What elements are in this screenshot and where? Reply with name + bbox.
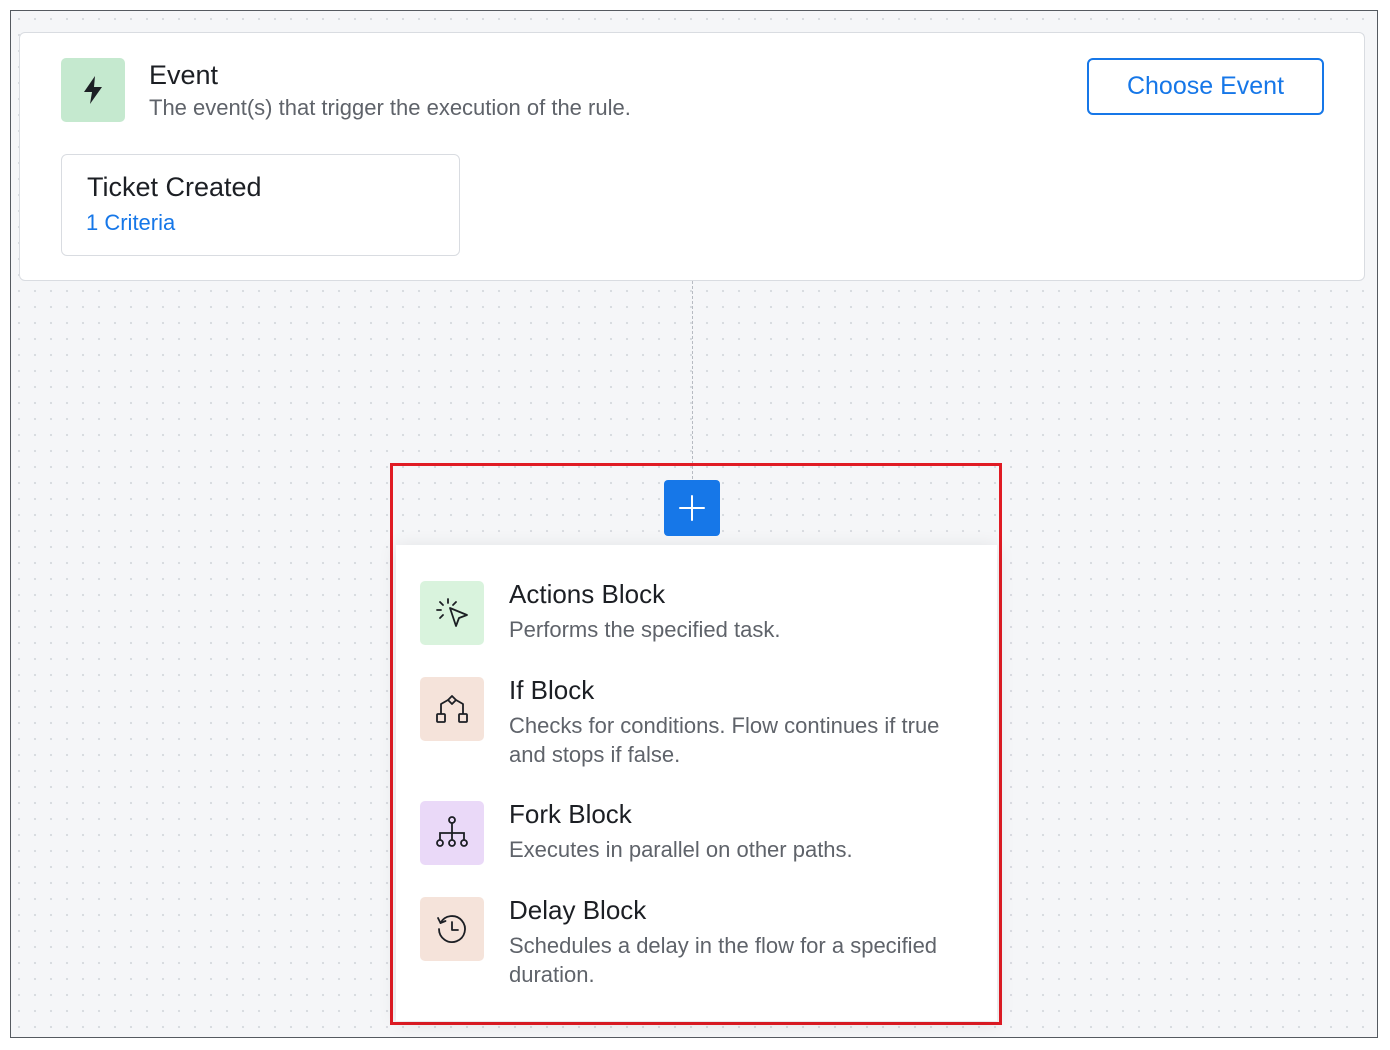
menu-item-title: Actions Block [509,579,666,609]
event-title: Event [149,60,219,90]
plus-icon [677,493,707,523]
add-block-button[interactable] [664,480,720,536]
flow-connector [692,281,693,479]
menu-item-title: Fork Block [509,799,632,829]
trigger-name: Ticket Created [87,172,262,202]
menu-item-title: If Block [509,675,595,705]
condition-branch-icon [420,677,484,741]
menu-item-description: Performs the specified task. [509,617,781,642]
cursor-click-icon [420,581,484,645]
menu-item-description: Schedules a delay in the flow for a spec… [509,933,938,987]
choose-event-button[interactable]: Choose Event [1087,58,1324,115]
menu-item-title: Delay Block [509,895,647,925]
add-block-menu: Actions Block Performs the specified tas… [396,545,997,1021]
workflow-canvas: Event The event(s) that trigger the exec… [10,10,1378,1038]
event-subtitle: The event(s) that trigger the execution … [149,95,631,120]
clock-history-icon [420,897,484,961]
menu-item-description: Checks for conditions. Flow continues if… [509,713,940,767]
menu-item-description: Executes in parallel on other paths. [509,837,853,862]
event-card: Event The event(s) that trigger the exec… [19,32,1365,281]
criteria-link[interactable]: 1 Criteria [86,210,175,236]
lightning-bolt-icon [61,58,125,122]
trigger-card[interactable]: Ticket Created 1 Criteria [61,154,460,256]
fork-tree-icon [420,801,484,865]
